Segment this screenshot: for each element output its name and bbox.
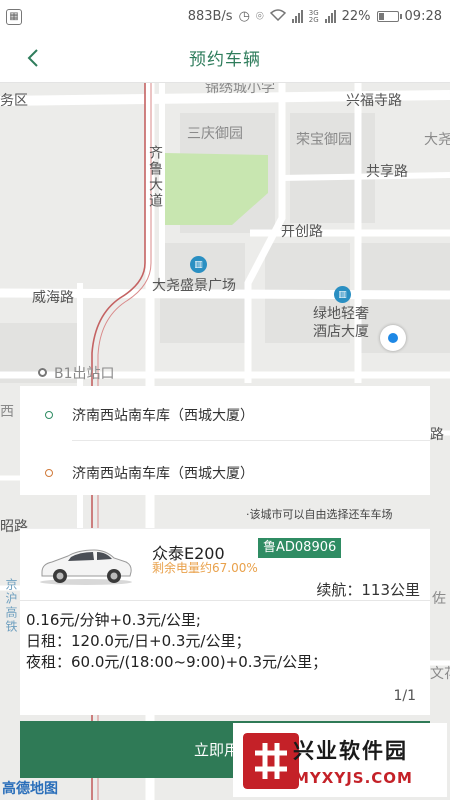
pricing-card: 0.16元/分钟+0.3元/公里; 日租：120.0元/日+0.3元/公里； 夜… — [20, 600, 430, 715]
car-card[interactable]: 众泰E200 鲁AD08906 剩余电量约67.00% 续航：113公里 — [20, 528, 430, 600]
map-label-expressway: 京沪高铁 — [4, 578, 18, 634]
map-label-school: 锦绣城小学 — [205, 83, 275, 96]
remaining-battery: 剩余电量约67.00% — [152, 561, 258, 575]
signal-icon — [291, 10, 303, 23]
map-label-lu: 路 — [430, 427, 444, 443]
map-label-kaichuang: 开创路 — [281, 224, 323, 240]
network-speed: 883B/s — [187, 9, 233, 24]
price-per-minute: 0.16元/分钟+0.3元/公里; — [26, 611, 201, 629]
return-dot-icon — [45, 469, 53, 477]
battery-icon — [376, 11, 402, 22]
license-plate-badge: 鲁AD08906 — [258, 538, 342, 558]
nav-bar: 预约车辆 — [0, 33, 450, 83]
map-label-hotel: 酒店大厦 — [313, 324, 369, 340]
pickup-location-text: 济南西站南车库（西城大厦） — [72, 408, 254, 424]
map-label-dayao-right: 大尧 — [424, 132, 450, 148]
car-image — [40, 549, 132, 585]
watermark-url: MYXYJS.COM — [294, 769, 413, 787]
map-label-sanqing: 三庆御园 — [187, 126, 243, 142]
watermark-logo-icon — [243, 733, 299, 789]
return-location-text: 济南西站南车库（西城大厦） — [72, 466, 254, 482]
return-location[interactable]: 济南西站南车库（西城大厦） — [20, 446, 430, 500]
route-divider — [72, 440, 430, 441]
map-label-wen: 文花 — [430, 666, 450, 682]
map-label-weihai: 威海路 — [32, 290, 74, 306]
site-watermark: 兴业软件园 MYXYJS.COM — [233, 723, 447, 797]
map-label-dayao-plaza: 大尧盛景广场 — [152, 278, 236, 294]
price-night: 夜租：60.0元/(18:00~9:00)+0.3元/公里； — [26, 653, 328, 671]
map-label-xi: 西 — [0, 404, 14, 420]
location-icon: ⌾ — [255, 9, 264, 24]
map-label-qilu: 齐鲁大道 — [147, 145, 163, 209]
clock-time: 09:28 — [404, 9, 442, 24]
wifi-icon — [269, 8, 286, 25]
battery-percent: 22% — [341, 9, 371, 24]
gaode-map-logo: 高德地图 — [2, 781, 58, 797]
hotel-poi-icon[interactable]: ▥ — [334, 286, 351, 303]
back-chevron-icon[interactable] — [22, 46, 46, 70]
station-exit-icon — [38, 368, 47, 377]
map-label-rongbao: 荣宝御园 — [296, 132, 352, 148]
pickup-dot-icon — [45, 411, 53, 419]
signal-icon-2 — [324, 10, 336, 23]
clock-icon: ◷ — [238, 9, 250, 24]
driving-range: 续航：113公里 — [316, 581, 420, 599]
my-location-icon[interactable] — [380, 325, 406, 351]
map-label-zuo: 佐 — [432, 591, 446, 607]
building-poi-icon[interactable]: ▥ — [190, 256, 207, 273]
network-type: 3G 2G — [308, 8, 319, 24]
page-indicator: 1/1 — [393, 688, 416, 704]
notification-icon: ▦ — [6, 8, 22, 25]
map-label-lvdi: 绿地轻奢 — [313, 306, 369, 322]
price-daily: 日租：120.0元/日+0.3元/公里； — [26, 632, 251, 650]
watermark-title: 兴业软件园 — [293, 739, 408, 763]
route-card: 济南西站南车库（西城大厦） 济南西站南车库（西城大厦） — [20, 386, 430, 495]
map-label-b1: B1出站口 — [54, 366, 115, 382]
map-label-xingfu: 兴福寺路 — [346, 93, 402, 109]
map-label-district: 务区 — [0, 93, 28, 109]
page-title: 预约车辆 — [189, 50, 261, 70]
map-label-gongxiang: 共享路 — [366, 164, 408, 180]
return-notice: ·该城市可以自由选择还车车场 — [246, 508, 393, 521]
pickup-location[interactable]: 济南西站南车库（西城大厦） — [20, 388, 430, 442]
status-bar: ▦ 883B/s ◷ ⌾ 3G 2G 22% 09:28 — [0, 0, 450, 33]
